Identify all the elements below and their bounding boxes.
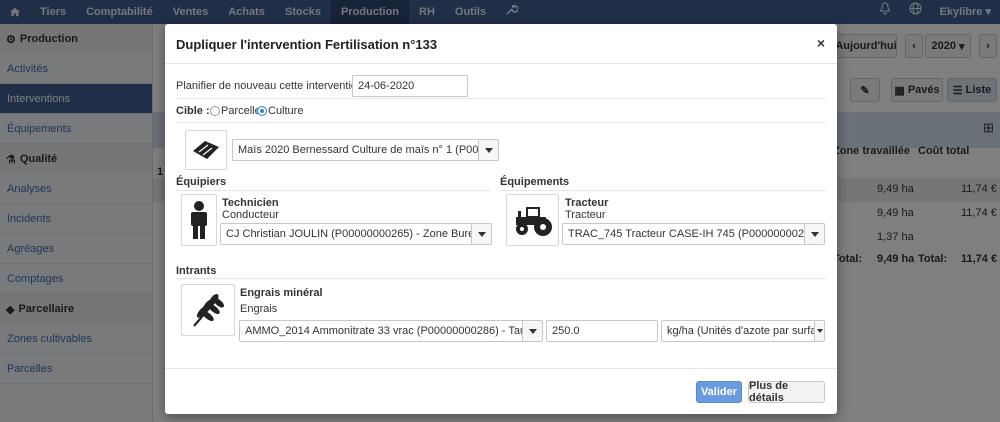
divider xyxy=(176,98,826,99)
chevron-down-icon xyxy=(814,321,824,341)
equipement-subrole: Tracteur xyxy=(565,209,606,221)
target-select[interactable]: Maïs 2020 Bernessard Culture de maïs n° … xyxy=(232,139,499,161)
footer-divider xyxy=(165,368,837,369)
tractor-icon xyxy=(506,194,559,246)
radio-culture[interactable] xyxy=(257,106,267,116)
more-details-button[interactable]: Plus de détails xyxy=(748,380,825,404)
worker-icon xyxy=(181,194,217,246)
wheat-icon xyxy=(181,284,235,336)
land-parcel-icon xyxy=(185,130,227,170)
equipier-role: Technicien xyxy=(222,197,279,209)
equipier-subrole: Conducteur xyxy=(222,209,279,221)
intrant-select[interactable]: AMMO_2014 Ammonitrate 33 vrac (P00000000… xyxy=(239,320,543,342)
close-icon[interactable]: × xyxy=(817,35,825,51)
equipement-value: TRAC_745 Tracteur CASE-IH 745 (P00000000… xyxy=(568,228,804,240)
divider xyxy=(176,122,826,123)
chevron-down-icon xyxy=(478,140,498,160)
modal-header: Dupliquer l'intervention Fertilisation n… xyxy=(165,24,837,64)
intrant-subrole: Engrais xyxy=(240,303,278,315)
equipement-select[interactable]: TRAC_745 Tracteur CASE-IH 745 (P00000000… xyxy=(562,223,825,245)
divider xyxy=(176,278,826,279)
radio-culture-label[interactable]: Culture xyxy=(268,105,303,117)
radio-parcelle-label[interactable]: Parcelle xyxy=(221,105,261,117)
chevron-down-icon xyxy=(471,224,491,244)
quantity-input[interactable]: 250.0 xyxy=(546,320,658,342)
unit-select[interactable]: kg/ha (Unités d'azote par surface) xyxy=(661,320,825,342)
equipement-role: Tracteur xyxy=(565,197,609,209)
plan-label: Planifier de nouveau cette intervention … xyxy=(176,80,375,92)
modal-title: Dupliquer l'intervention Fertilisation n… xyxy=(176,37,438,52)
section-equipiers: Équipiers xyxy=(176,176,227,188)
equipier-select[interactable]: CJ Christian JOULIN (P00000000265) - Zon… xyxy=(220,223,492,245)
chevron-down-icon xyxy=(804,224,824,244)
unit-value: kg/ha (Unités d'azote par surface) xyxy=(667,325,814,337)
duplicate-intervention-modal: Dupliquer l'intervention Fertilisation n… xyxy=(165,24,837,414)
plan-date-input[interactable]: 24-06-2020 xyxy=(352,75,468,97)
radio-parcelle[interactable] xyxy=(210,106,220,116)
chevron-down-icon xyxy=(522,321,542,341)
divider xyxy=(176,190,491,191)
target-value: Maïs 2020 Bernessard Culture de maïs n° … xyxy=(238,144,478,156)
divider xyxy=(500,190,826,191)
intrant-role: Engrais minéral xyxy=(240,287,323,299)
section-intrants: Intrants xyxy=(176,265,217,277)
intrant-value: AMMO_2014 Ammonitrate 33 vrac (P00000000… xyxy=(245,325,522,337)
section-equipements: Équipements xyxy=(500,176,570,188)
cible-label: Cible : xyxy=(176,105,210,117)
equipier-value: CJ Christian JOULIN (P00000000265) - Zon… xyxy=(226,228,471,240)
validate-button[interactable]: Valider xyxy=(696,381,742,403)
